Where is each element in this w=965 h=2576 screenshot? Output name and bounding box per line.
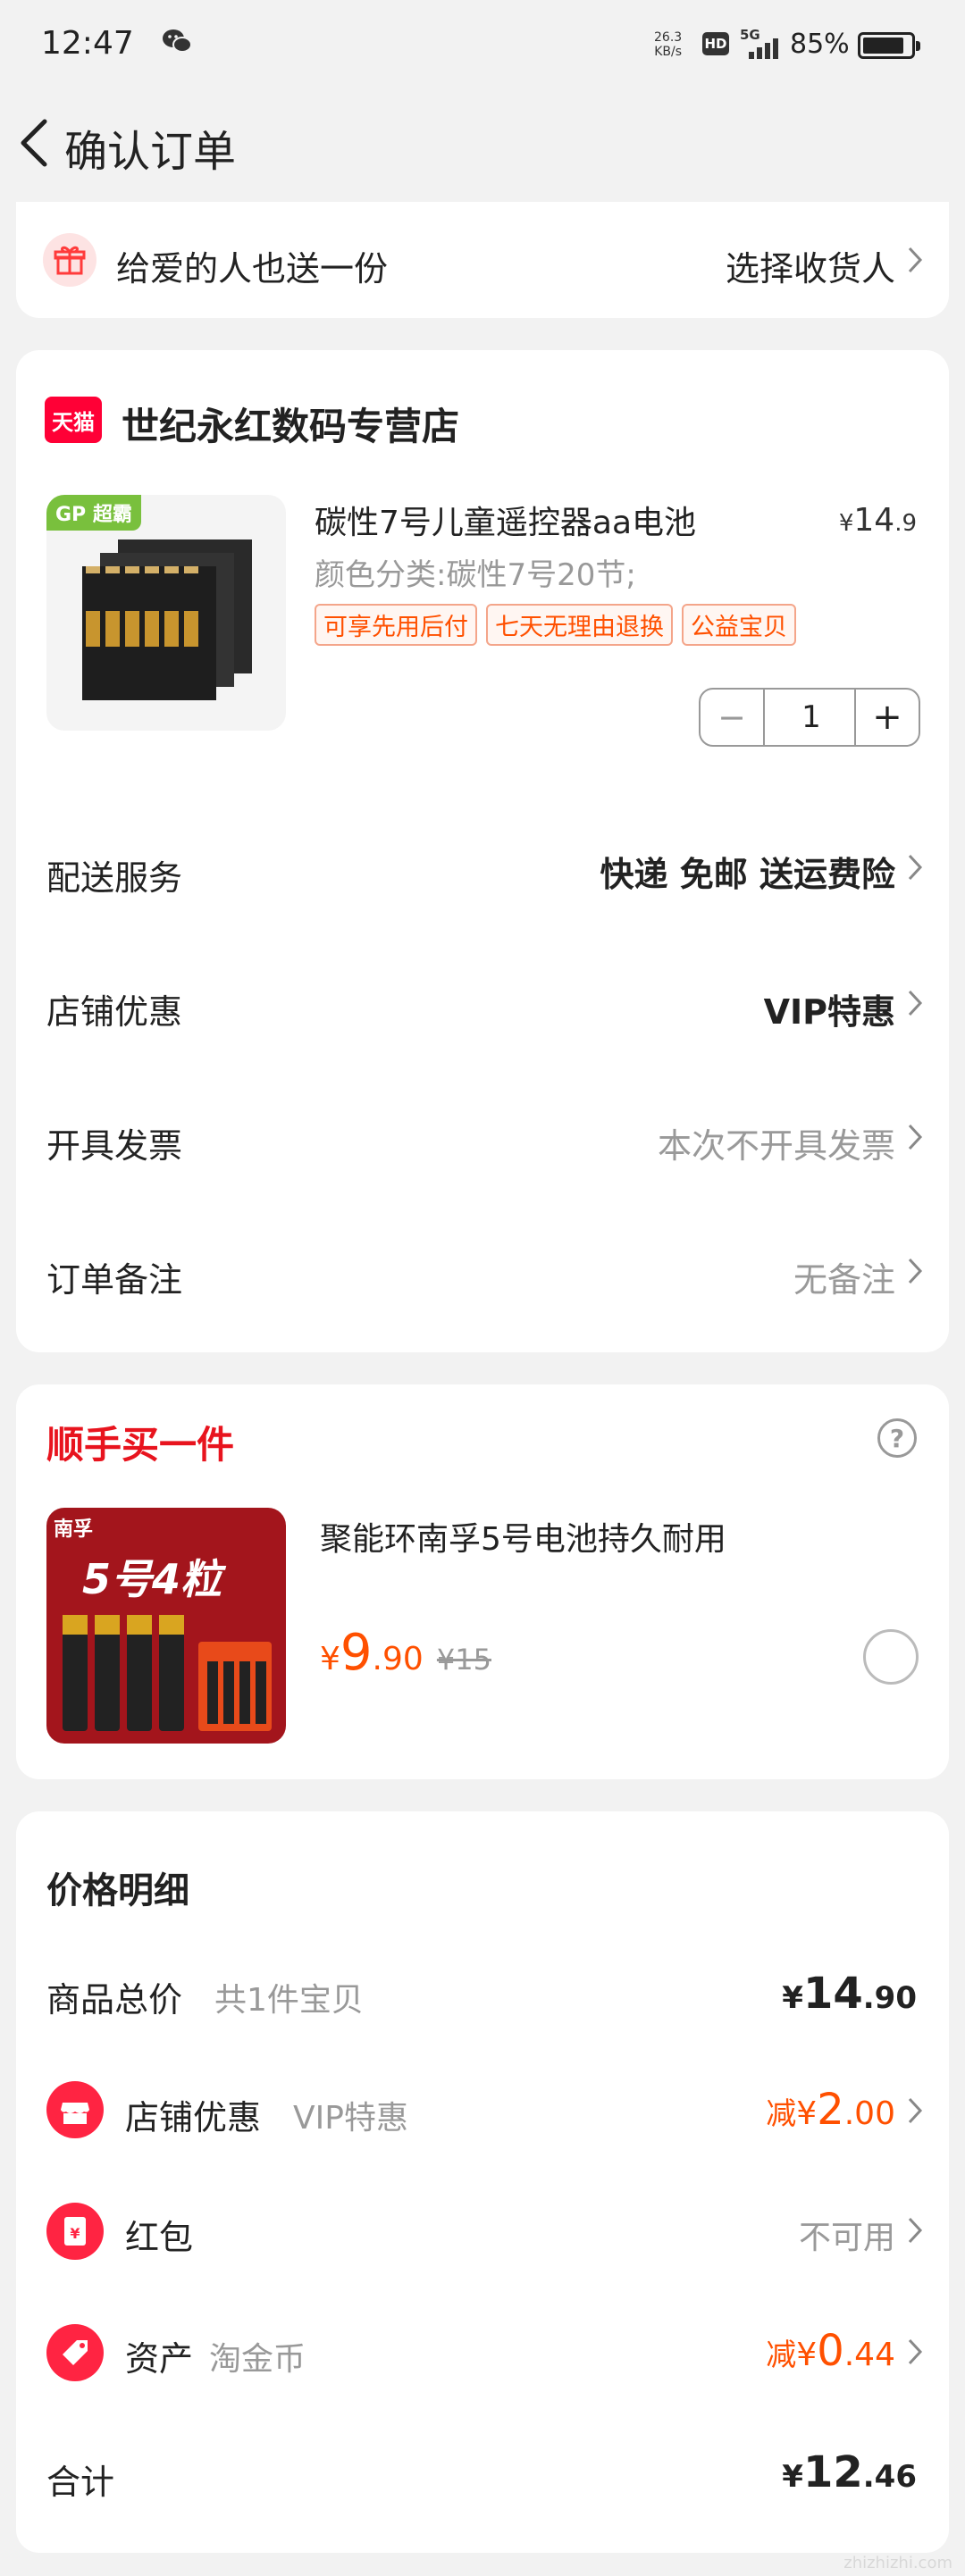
red-packet-label: 红包 xyxy=(125,2218,194,2257)
net-speed: 26.3 KB/s xyxy=(654,30,683,59)
addon-product-title[interactable]: 聚能环南孚5号电池持久耐用 xyxy=(320,1513,726,1560)
addon-title: 顺手买一件 xyxy=(46,1423,235,1467)
battery-icon xyxy=(858,32,920,59)
product-title[interactable]: 碳性7号儿童遥控器aa电池 xyxy=(315,497,696,543)
store-discount-row[interactable]: 店铺优惠 VIP特惠 xyxy=(16,949,949,1056)
nanfu-logo: 南孚 xyxy=(54,1518,94,1541)
tmall-badge: 天猫 xyxy=(45,397,102,443)
addon-product-image[interactable]: 南孚 5号4粒 xyxy=(46,1508,286,1744)
quantity-minus-button[interactable]: − xyxy=(701,690,765,745)
chevron-right-icon xyxy=(908,2097,923,2124)
product-price: ¥14.9 xyxy=(838,502,917,539)
battery-pack-illustration xyxy=(82,539,252,700)
page-title: 确认订单 xyxy=(64,127,237,177)
help-icon[interactable]: ? xyxy=(877,1418,917,1458)
goods-total-value: ¥14.90 xyxy=(782,1969,917,2019)
product-image[interactable]: GP 超霸 xyxy=(46,495,286,731)
battery-percent: 85% xyxy=(790,29,850,60)
store-discount-label: 店铺优惠 xyxy=(46,992,183,1032)
gift-icon xyxy=(43,233,96,287)
store-card: 天猫 世纪永红数码专营店 GP 超霸 碳性7号儿童遥控器aa电池 ¥14.9 颜… xyxy=(16,350,949,1352)
order-note-label: 订单备注 xyxy=(46,1260,183,1300)
invoice-row[interactable]: 开具发票 本次不开具发票 xyxy=(16,1083,949,1190)
chevron-right-icon xyxy=(908,1124,923,1150)
product-tags: 可享先用后付 七天无理由退换 公益宝贝 xyxy=(315,604,796,646)
tag-pay-later: 可享先用后付 xyxy=(315,604,477,646)
chevron-right-icon xyxy=(908,2217,923,2244)
price-detail-title: 价格明细 xyxy=(46,1870,189,1911)
order-note-value: 无备注 xyxy=(793,1260,895,1300)
status-bar: 12:47 26.3 KB/s HD 5G 85% xyxy=(0,0,965,89)
addon-select-radio[interactable] xyxy=(863,1629,919,1685)
chevron-right-icon xyxy=(908,854,923,881)
addon-image-title: 5号4粒 xyxy=(82,1555,222,1603)
discount-value[interactable]: 减¥2.00 xyxy=(766,2085,895,2135)
chevron-right-icon xyxy=(908,1258,923,1284)
invoice-value: 本次不开具发票 xyxy=(657,1126,895,1166)
red-packet-value[interactable]: 不可用 xyxy=(799,2212,895,2258)
goods-count: 共1件宝贝 xyxy=(214,1982,364,2019)
choose-recipient-link[interactable]: 选择收货人 xyxy=(726,241,895,290)
shop-icon xyxy=(46,2081,104,2138)
store-discount-value: VIP特惠 xyxy=(763,992,895,1032)
quantity-input[interactable]: 1 xyxy=(765,690,858,745)
assets-sub: 淘金币 xyxy=(209,2341,306,2378)
gp-logo: GP 超霸 xyxy=(46,495,141,531)
back-button[interactable] xyxy=(13,107,57,179)
addon-original-price: ¥15 xyxy=(436,1643,491,1677)
batteries-illustration xyxy=(63,1615,272,1731)
red-packet-icon: ¥ xyxy=(46,2203,104,2260)
invoice-label: 开具发票 xyxy=(46,1126,183,1166)
discount-label: 店铺优惠 xyxy=(125,2098,262,2137)
discount-sub: VIP特惠 xyxy=(293,2100,408,2137)
assets-label: 资产 xyxy=(125,2339,194,2379)
gift-card[interactable]: 给爱的人也送一份 选择收货人 xyxy=(16,202,949,318)
status-time: 12:47 xyxy=(41,25,134,62)
addon-price: ¥9.90 ¥15 xyxy=(320,1624,491,1682)
price-detail-card: 价格明细 商品总价 共1件宝贝 ¥14.90 店铺优惠 VIP特惠 减¥2.00… xyxy=(16,1811,949,2553)
shipping-service-row[interactable]: 配送服务 快递 免邮 送运费险 xyxy=(16,815,949,922)
assets-value[interactable]: 减¥0.44 xyxy=(766,2326,895,2376)
hd-icon: HD xyxy=(702,32,729,55)
store-name[interactable]: 世纪永红数码专营店 xyxy=(122,397,459,451)
watermark: zhizhizhi.com xyxy=(843,2554,952,2572)
goods-total-label: 商品总价 xyxy=(46,1980,183,2020)
header: 确认订单 xyxy=(0,89,965,197)
quantity-stepper: − 1 + xyxy=(699,688,920,747)
addon-card: 顺手买一件 ? 南孚 5号4粒 聚能环南孚5号电池持久耐用 ¥9.90 ¥15 xyxy=(16,1384,949,1779)
tag-7day-return: 七天无理由退换 xyxy=(486,604,673,646)
chevron-right-icon xyxy=(908,990,923,1016)
product-variant[interactable]: 颜色分类:碳性7号20节; xyxy=(315,550,636,594)
tag-charity: 公益宝贝 xyxy=(682,604,796,646)
assets-icon xyxy=(46,2324,104,2381)
shipping-value: 快递 免邮 送运费险 xyxy=(600,855,895,894)
total-label: 合计 xyxy=(46,2463,115,2502)
wechat-icon xyxy=(161,25,193,57)
total-value: ¥12.46 xyxy=(782,2447,917,2497)
shipping-label: 配送服务 xyxy=(46,858,183,898)
chevron-right-icon xyxy=(908,247,923,273)
gift-label: 给爱的人也送一份 xyxy=(116,249,389,289)
quantity-plus-button[interactable]: + xyxy=(854,690,919,745)
signal-icon: 5G xyxy=(740,27,785,59)
svg-text:¥: ¥ xyxy=(70,2225,80,2242)
order-note-row[interactable]: 订单备注 无备注 xyxy=(16,1217,949,1324)
chevron-right-icon xyxy=(908,2338,923,2365)
